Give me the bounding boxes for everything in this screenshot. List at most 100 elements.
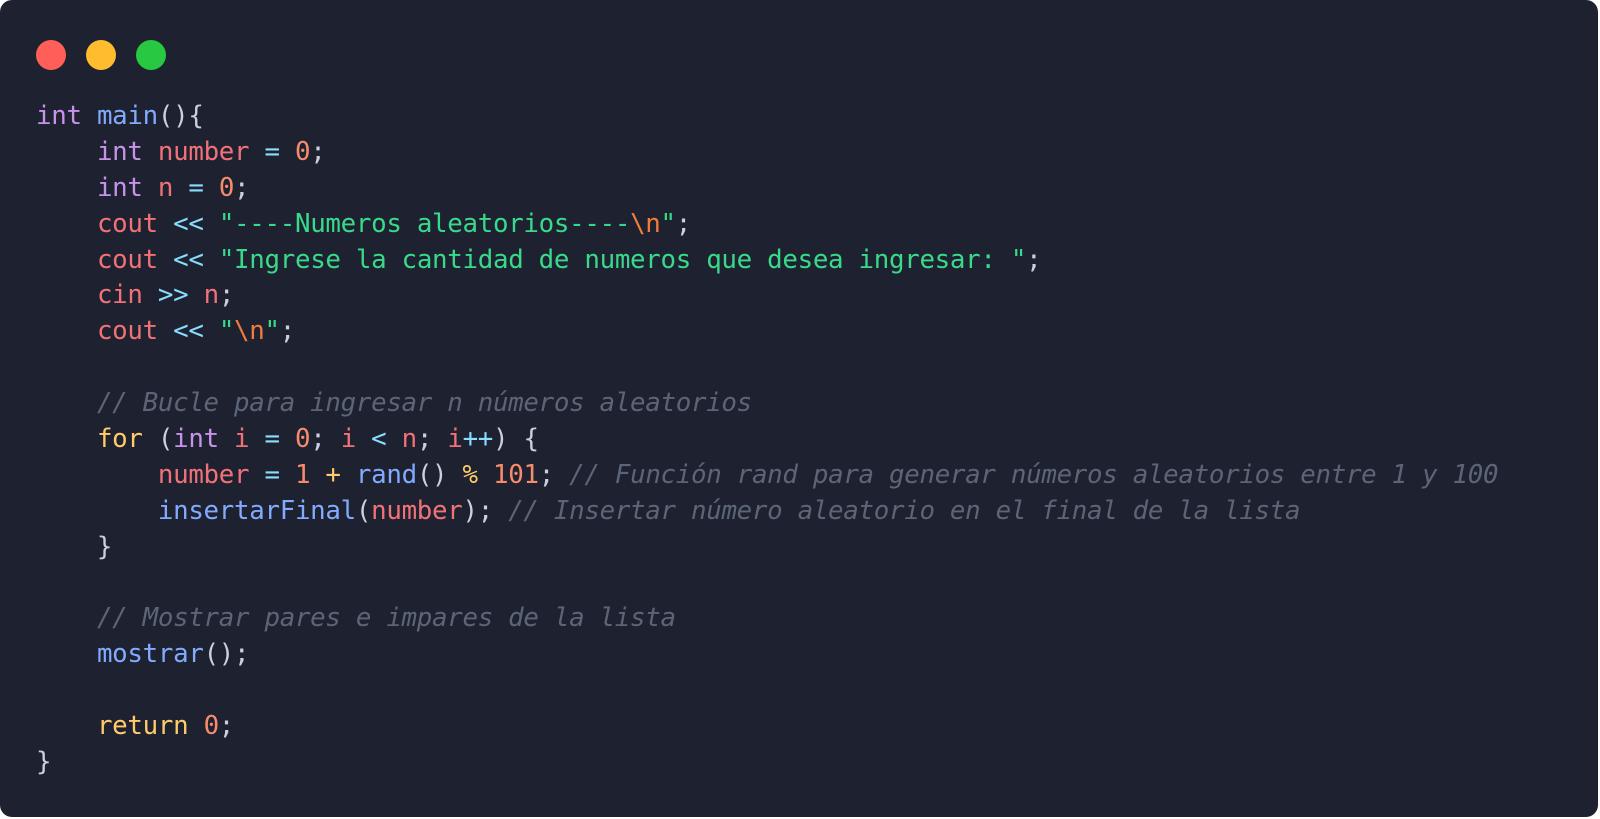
code-token-punct <box>36 424 97 454</box>
code-token-punct <box>478 460 493 490</box>
code-token-punct: ; <box>218 711 235 742</box>
code-token-variable: n <box>401 424 418 455</box>
code-token-string: "----Numeros aleatorios---- <box>218 208 631 239</box>
code-token-punct: ); <box>462 495 509 526</box>
code-token-function: main <box>96 101 158 131</box>
code-token-punct <box>143 280 158 310</box>
code-token-operator: = <box>188 172 204 203</box>
code-token-punct: ; <box>675 208 692 239</box>
code-token-escape: \n <box>630 208 661 239</box>
close-dot-icon[interactable] <box>36 40 66 70</box>
code-token-punct <box>204 209 219 239</box>
code-token-operator: = <box>264 459 280 490</box>
code-token-punct: ) { <box>493 424 539 455</box>
code-token-punct <box>204 245 219 275</box>
code-line: cout << "Ingrese la cantidad de numeros … <box>36 243 1498 279</box>
code-token-punct: ( <box>355 495 372 526</box>
code-token-comment: // Insertar número aleatorio en el final… <box>508 495 1301 526</box>
code-token-punct: } <box>36 531 113 562</box>
code-token-punct <box>36 137 97 167</box>
code-token-variable: i <box>340 424 357 455</box>
code-token-string: " <box>218 316 235 347</box>
code-token-comment: // Función rand para generar números ale… <box>569 459 1499 490</box>
code-token-punct <box>36 603 97 633</box>
code-token-number: 1 <box>294 459 311 490</box>
code-token-punct <box>36 496 158 526</box>
code-token-punct: ; <box>416 424 448 455</box>
code-line: cin >> n; <box>36 278 1498 314</box>
code-token-punct: () <box>416 459 463 490</box>
code-token-keyword: int <box>96 136 143 167</box>
code-line: return 0; <box>36 709 1498 745</box>
code-token-punct: (){ <box>157 101 204 131</box>
code-token-variable: n <box>203 280 220 311</box>
code-window: int main(){ int number = 0; int n = 0; c… <box>0 0 1598 817</box>
code-token-escape: \n <box>234 316 265 347</box>
code-token-punct <box>204 173 219 203</box>
code-token-operator: ++ <box>462 424 494 455</box>
code-token-punct <box>143 137 158 167</box>
code-token-variable: i <box>234 424 250 455</box>
code-token-string: " <box>264 316 281 347</box>
code-line: int number = 0; <box>36 135 1498 171</box>
code-line: for (int i = 0; i < n; i++) { <box>36 422 1498 458</box>
code-token-punct <box>249 137 264 167</box>
code-token-punct: ; <box>310 136 326 167</box>
code-token-string: " <box>660 208 677 239</box>
code-token-function: insertarFinal <box>157 495 356 526</box>
code-token-punct <box>36 173 97 203</box>
code-token-punct <box>143 173 158 203</box>
code-token-punct <box>341 460 356 490</box>
code-token-variable: number <box>157 136 250 167</box>
code-line: } <box>36 530 1498 566</box>
code-line: // Bucle para ingresar n números aleator… <box>36 386 1498 422</box>
code-token-punct <box>36 245 97 275</box>
code-token-punct <box>249 424 264 454</box>
code-token-punct <box>36 316 97 346</box>
code-token-control: for <box>96 424 143 455</box>
code-token-operator: << <box>173 244 204 275</box>
code-line: } <box>36 745 1498 781</box>
code-token-punct <box>158 209 173 239</box>
code-token-keyword: int <box>96 172 143 203</box>
code-token-variable: number <box>371 495 463 526</box>
code-line: cout << "\n"; <box>36 314 1498 350</box>
code-token-punct <box>173 173 188 203</box>
code-token-punct <box>36 711 97 741</box>
code-token-punct <box>219 424 234 454</box>
code-token-punct <box>36 388 97 418</box>
code-token-function: rand <box>355 459 417 490</box>
code-token-punct <box>386 424 401 454</box>
maximize-dot-icon[interactable] <box>136 40 166 70</box>
code-token-punct: ; <box>234 172 250 203</box>
code-token-punct: ( <box>142 424 174 455</box>
code-token-punct <box>158 316 173 346</box>
code-token-punct: } <box>36 747 52 778</box>
code-token-punct <box>249 460 264 490</box>
code-token-punct <box>36 639 97 669</box>
code-token-punct: ; <box>538 459 570 490</box>
minimize-dot-icon[interactable] <box>86 40 116 70</box>
code-token-number: 0 <box>218 172 235 203</box>
code-token-control: + <box>325 459 341 490</box>
code-token-variable: cout <box>96 244 158 275</box>
code-token-operator: << <box>173 316 204 347</box>
code-token-punct <box>36 209 97 239</box>
window-controls <box>36 40 166 70</box>
code-token-function: mostrar <box>96 639 204 670</box>
code-token-operator: < <box>371 424 387 455</box>
code-line: number = 1 + rand() % 101; // Función ra… <box>36 458 1499 494</box>
code-token-comment: // Mostrar pares e impares de la lista <box>96 603 676 634</box>
code-token-keyword: int <box>36 101 82 131</box>
code-line: cout << "----Numeros aleatorios----\n"; <box>36 207 1498 243</box>
code-token-punct: ; <box>279 316 296 347</box>
code-token-operator: = <box>264 136 281 167</box>
code-token-punct: (); <box>203 639 250 670</box>
code-token-punct: ; <box>218 280 235 311</box>
code-token-punct <box>280 460 295 490</box>
code-token-punct <box>280 424 295 454</box>
code-token-string: "Ingrese la cantidad de numeros que dese… <box>218 244 1027 275</box>
code-token-operator: >> <box>157 280 189 311</box>
